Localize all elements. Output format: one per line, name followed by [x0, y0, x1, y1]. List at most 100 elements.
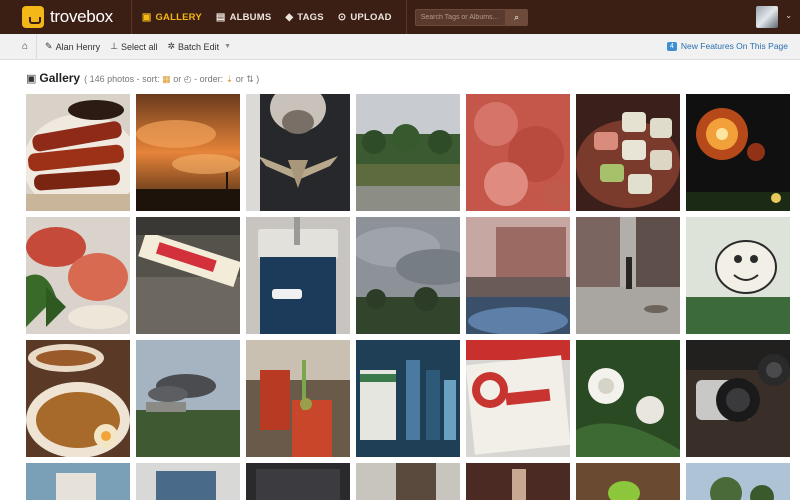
photo-white-rose	[576, 340, 680, 457]
meta-order: - order:	[194, 74, 224, 84]
photo-red-shop-sign	[466, 340, 570, 457]
photo-thumbnail[interactable]	[356, 463, 460, 500]
photo-thumbnail[interactable]	[356, 340, 460, 457]
photo-dark-screen	[246, 463, 350, 500]
new-features-link[interactable]: 4 New Features On This Page	[667, 41, 788, 51]
order-desc-icon[interactable]: ⇣	[226, 74, 234, 84]
batch-edit-dropdown[interactable]: ✲ Batch Edit ▼	[168, 41, 232, 52]
meta-or: or	[173, 74, 182, 84]
photo-orange-sunset-sky	[136, 94, 240, 211]
page-title: Gallery	[39, 71, 81, 85]
photo-ramen-bowls	[26, 340, 130, 457]
photo-thumbnail[interactable]	[686, 217, 790, 334]
search-icon: ⌕	[514, 11, 520, 22]
search-button[interactable]: ⌕	[505, 8, 528, 26]
user-avatar[interactable]	[756, 6, 778, 28]
photo-candy-bar	[136, 217, 240, 334]
search-input[interactable]	[414, 8, 506, 26]
select-all-button[interactable]: ⊥ Select all	[110, 41, 157, 52]
photo-thumbnail[interactable]	[246, 340, 350, 457]
action-toolbar: ⌂ ✎ Alan Henry ⊥ Select all ✲ Batch Edit…	[0, 33, 800, 60]
photo-bacon-plate	[26, 94, 130, 211]
trovebox-logo-icon	[22, 6, 44, 28]
photo-room-interior	[26, 463, 130, 500]
nav-albums-label: ALBUMS	[229, 11, 272, 23]
photo-cloudy-sky	[356, 217, 460, 334]
photo-bar-bottles	[356, 340, 460, 457]
gallery-meta: ( 146 photos - sort: ▦ or ◴ - order: ⇣ o…	[84, 74, 259, 85]
photo-blue-gadget	[246, 217, 350, 334]
gallery-heading: ▣ Gallery ( 146 photos - sort: ▦ or ◴ - …	[26, 71, 259, 85]
albums-icon: ▤	[215, 11, 226, 23]
brand-logo[interactable]: trovebox	[22, 6, 113, 28]
photo-city-park-trees	[356, 94, 460, 211]
batch-edit-label: Batch Edit	[178, 41, 220, 52]
photo-thumbnail[interactable]	[356, 94, 460, 211]
photo-thumbnail[interactable]	[466, 340, 570, 457]
upload-icon: ⊙	[337, 11, 347, 23]
photo-thumbnail[interactable]	[246, 463, 350, 500]
home-icon[interactable]: ⌂	[22, 41, 28, 52]
photo-desk-monitor	[136, 463, 240, 500]
navbar-divider	[405, 0, 407, 34]
select-all-label: Select all	[120, 41, 158, 52]
photo-count: ( 146 photos - sort:	[84, 74, 160, 84]
nav-gallery-label: GALLERY	[155, 11, 202, 23]
photo-thumbnail[interactable]	[246, 94, 350, 211]
photo-cocktail-glass	[246, 340, 350, 457]
photo-thumbnail[interactable]	[136, 340, 240, 457]
photo-thumbnail[interactable]	[26, 94, 130, 211]
photo-thumbnail[interactable]	[576, 217, 680, 334]
photo-thumbnail[interactable]	[136, 94, 240, 211]
photo-camera-lens	[686, 340, 790, 457]
photo-thumbnail[interactable]	[466, 463, 570, 500]
nav-tags[interactable]: ◆ TAGS	[285, 12, 323, 23]
photo-thumbnail[interactable]	[686, 340, 790, 457]
photo-wine-glass	[466, 463, 570, 500]
photo-thumbnail[interactable]	[466, 217, 570, 334]
nav-tags-label: TAGS	[297, 11, 324, 23]
photo-thumbnail[interactable]	[686, 463, 790, 500]
photo-smoke-sky	[136, 340, 240, 457]
sort-date-icon[interactable]: ▦	[162, 74, 171, 84]
photo-urban-sidewalk	[576, 217, 680, 334]
photo-thumbnail[interactable]	[136, 217, 240, 334]
nav-albums[interactable]: ▤ ALBUMS	[216, 12, 272, 23]
photo-pink-food-closeup	[466, 94, 570, 211]
photo-sushi-plate	[576, 94, 680, 211]
pencil-icon: ✎	[45, 41, 53, 51]
user-name: Alan Henry	[55, 41, 101, 52]
order-asc-icon[interactable]: ⇅	[246, 74, 254, 84]
new-features-label: New Features On This Page	[680, 41, 788, 51]
photo-thumbnail[interactable]	[686, 94, 790, 211]
photo-trees-sky	[686, 463, 790, 500]
user-filter-button[interactable]: ✎ Alan Henry	[45, 41, 100, 52]
photo-shop-window	[356, 463, 460, 500]
photo-fireworks	[686, 94, 790, 211]
photo-thumbnail[interactable]	[26, 217, 130, 334]
photo-thumbnail[interactable]	[136, 463, 240, 500]
nav-gallery[interactable]: ▣ GALLERY	[142, 12, 202, 23]
main-nav: ▣ GALLERY ▤ ALBUMS ◆ TAGS ⊙ UPLOAD	[142, 12, 406, 23]
nav-upload[interactable]: ⊙ UPLOAD	[338, 12, 392, 23]
photo-building-street	[466, 217, 570, 334]
toolbar-divider	[36, 33, 38, 60]
photo-thumbnail[interactable]	[576, 94, 680, 211]
photo-thumbnail[interactable]	[576, 463, 680, 500]
photo-thumbnail[interactable]	[576, 340, 680, 457]
top-navbar: trovebox ▣ GALLERY ▤ ALBUMS ◆ TAGS ⊙ UPL…	[0, 0, 800, 34]
picture-icon: ▣	[26, 73, 37, 85]
photo-thumbnail[interactable]	[26, 463, 130, 500]
photo-thumbnail[interactable]	[246, 217, 350, 334]
picture-icon: ▣	[141, 11, 152, 23]
photo-android-figure	[576, 463, 680, 500]
pin-icon: ⊥	[110, 41, 118, 51]
photo-thumbnail[interactable]	[26, 340, 130, 457]
photo-shirt-emblem	[246, 94, 350, 211]
brand-name: trovebox	[50, 7, 113, 26]
nav-upload-label: UPLOAD	[350, 11, 392, 23]
photo-thumbnail[interactable]	[356, 217, 460, 334]
chevron-down-icon[interactable]: ⌄	[785, 11, 792, 20]
sort-time-icon[interactable]: ◴	[184, 74, 192, 84]
photo-thumbnail[interactable]	[466, 94, 570, 211]
